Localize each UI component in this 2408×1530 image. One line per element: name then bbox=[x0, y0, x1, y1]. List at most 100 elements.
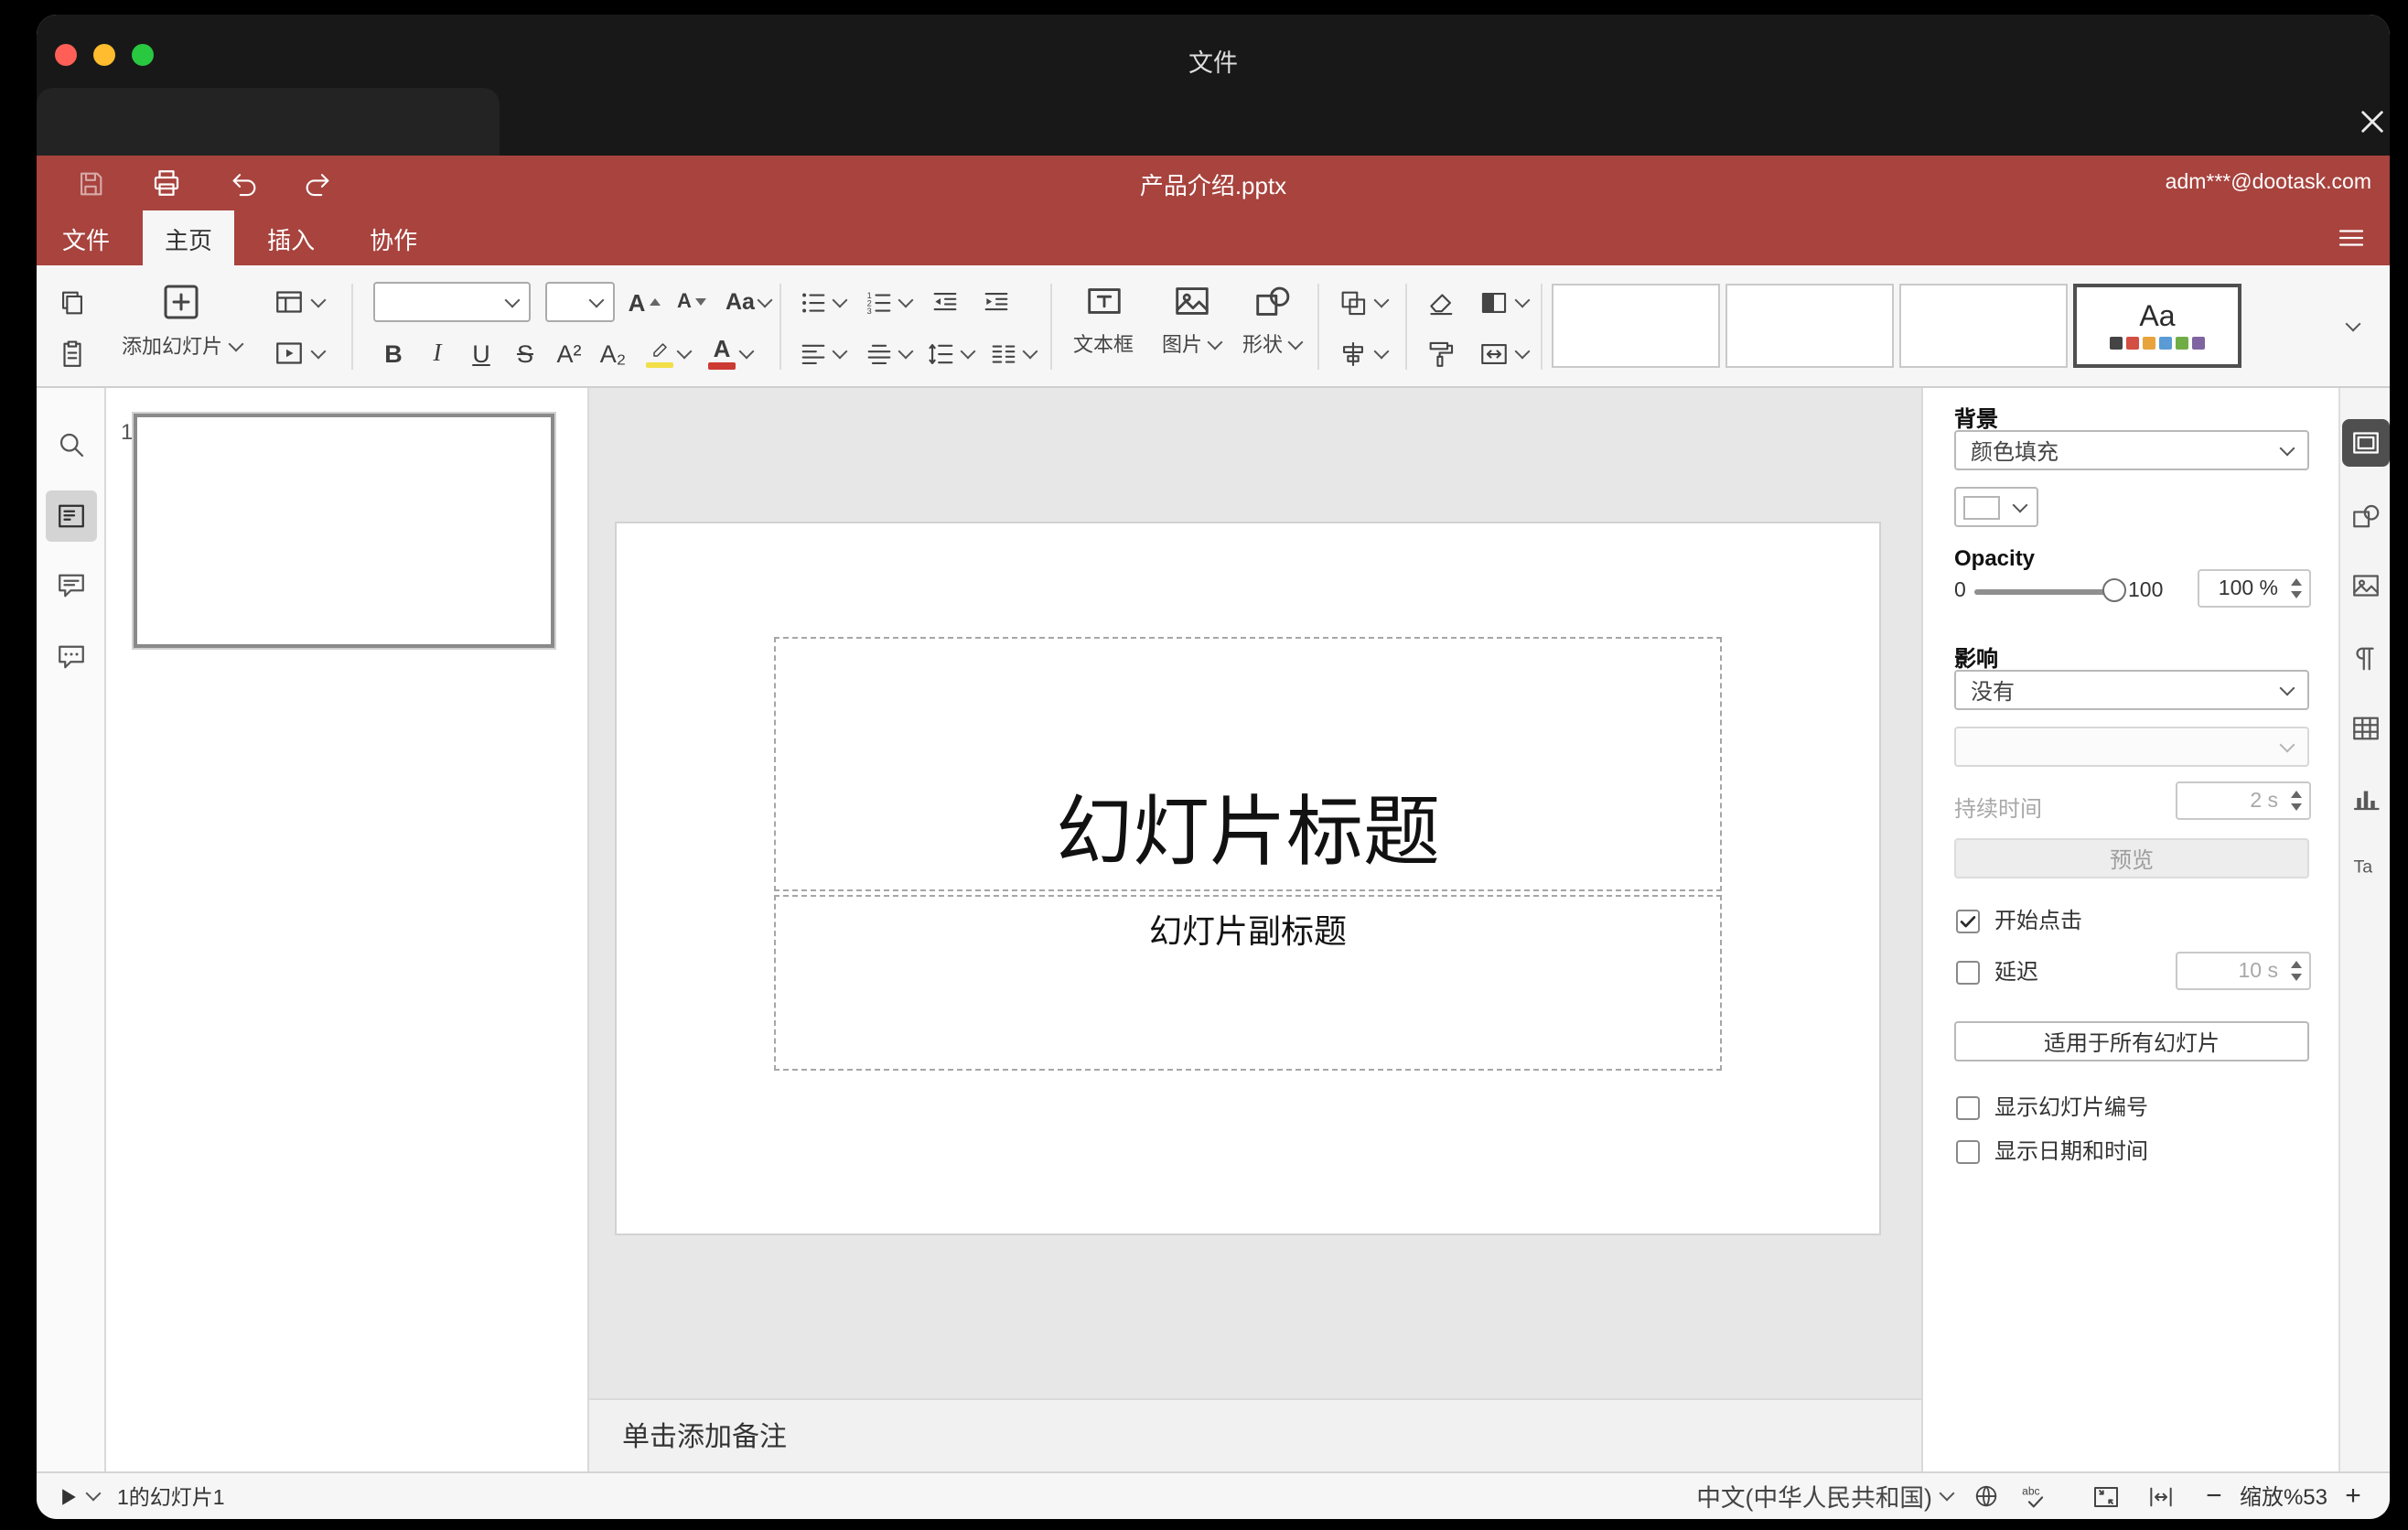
highlight-color-button[interactable] bbox=[640, 333, 695, 373]
shape-settings-button[interactable] bbox=[2342, 492, 2390, 540]
slides-panel-button[interactable] bbox=[46, 490, 97, 542]
insert-textbox-button[interactable]: 文本框 bbox=[1061, 271, 1145, 382]
columns-button[interactable] bbox=[984, 331, 1039, 375]
vertical-align-button[interactable] bbox=[860, 331, 915, 375]
apply-to-all-button[interactable]: 适用于所有幻灯片 bbox=[1954, 1021, 2309, 1061]
numbered-list-button[interactable] bbox=[860, 280, 915, 324]
slide[interactable]: 幻灯片标题 幻灯片副标题 bbox=[617, 523, 1879, 1234]
table-settings-button[interactable] bbox=[2342, 705, 2390, 752]
theme-thumbnail-selected[interactable]: Aa bbox=[2073, 284, 2241, 368]
paragraph-settings-button[interactable] bbox=[2342, 635, 2390, 683]
slide-settings-button[interactable] bbox=[2342, 419, 2390, 467]
paste-button[interactable] bbox=[48, 331, 95, 375]
notes-area[interactable]: 单击添加备注 bbox=[589, 1398, 1921, 1471]
insert-image-button[interactable]: 图片 bbox=[1153, 271, 1230, 382]
horizontal-align-button[interactable] bbox=[794, 331, 849, 375]
effect-select[interactable]: 没有 bbox=[1954, 670, 2309, 710]
bullet-list-button[interactable] bbox=[794, 280, 849, 324]
tab-file[interactable]: 文件 bbox=[40, 210, 132, 265]
zoom-out-button[interactable]: − bbox=[2201, 1481, 2227, 1512]
chevron-down-icon bbox=[588, 291, 605, 307]
slide-thumbnail[interactable] bbox=[134, 414, 554, 648]
arrange-shape-button[interactable] bbox=[1328, 280, 1394, 324]
tab-insert[interactable]: 插入 bbox=[245, 210, 337, 265]
toolbar-separator bbox=[1050, 284, 1052, 370]
zoom-in-button[interactable]: + bbox=[2340, 1481, 2366, 1512]
theme-thumbnail[interactable] bbox=[1899, 284, 2068, 368]
opacity-input[interactable]: 100 % bbox=[2198, 569, 2311, 608]
menu-button[interactable] bbox=[2313, 210, 2390, 265]
comments-panel-button[interactable] bbox=[46, 560, 97, 611]
fit-slide-button[interactable] bbox=[2091, 1482, 2121, 1511]
add-slide-button[interactable]: 添加幻灯片 bbox=[110, 271, 253, 382]
underline-button[interactable]: U bbox=[461, 333, 501, 373]
arrange-icon bbox=[1337, 286, 1368, 318]
tab-home[interactable]: 主页 bbox=[143, 210, 235, 265]
delay-checkbox[interactable] bbox=[1956, 961, 1980, 985]
chevron-down-icon bbox=[898, 342, 914, 359]
start-slideshow-button[interactable] bbox=[263, 331, 333, 375]
theme-thumbnail[interactable] bbox=[1725, 284, 1894, 368]
spinner-arrows[interactable] bbox=[2291, 571, 2302, 606]
tab-collaboration[interactable]: 协作 bbox=[348, 210, 439, 265]
subscript-button[interactable]: A₂ bbox=[593, 333, 633, 373]
duration-input[interactable]: 2 s bbox=[2176, 781, 2311, 820]
search-panel-button[interactable] bbox=[46, 419, 97, 470]
effect-type-select[interactable] bbox=[1954, 727, 2309, 767]
fill-color-select[interactable] bbox=[1954, 487, 2038, 527]
increase-indent-button[interactable] bbox=[973, 280, 1017, 324]
delay-input[interactable]: 10 s bbox=[2176, 952, 2311, 990]
font-size-select[interactable] bbox=[545, 282, 615, 322]
add-slide-label: 添加幻灯片 bbox=[122, 337, 222, 359]
copy-style-button[interactable] bbox=[1416, 331, 1464, 375]
start-on-click-checkbox[interactable] bbox=[1956, 910, 1980, 933]
start-slideshow-status-button[interactable] bbox=[55, 1483, 102, 1509]
italic-button[interactable]: I bbox=[417, 333, 457, 373]
decrease-font-button[interactable]: A bbox=[670, 282, 714, 322]
font-name-select[interactable] bbox=[373, 282, 531, 322]
start-on-click-label: 开始点击 bbox=[1994, 908, 2083, 933]
increase-font-button[interactable]: A bbox=[622, 282, 666, 322]
slide-title-placeholder[interactable]: 幻灯片标题 bbox=[774, 637, 1722, 891]
color-scheme-button[interactable] bbox=[1471, 280, 1533, 324]
bold-button[interactable]: B bbox=[373, 333, 414, 373]
notes-placeholder: 单击添加备注 bbox=[622, 1422, 788, 1453]
theme-gallery-expand-button[interactable] bbox=[2327, 284, 2379, 368]
decrease-indent-button[interactable] bbox=[922, 280, 966, 324]
feedback-panel-button[interactable] bbox=[46, 631, 97, 683]
toolbar-separator bbox=[779, 284, 781, 370]
textart-settings-button[interactable] bbox=[2342, 842, 2390, 889]
show-date-checkbox[interactable] bbox=[1956, 1140, 1980, 1164]
language-select[interactable]: 中文(中华人民共和国) bbox=[1696, 1479, 1955, 1514]
insert-shape-button[interactable]: 形状 bbox=[1233, 271, 1310, 382]
fill-type-select[interactable]: 颜色填充 bbox=[1954, 430, 2309, 470]
strikethrough-button[interactable]: S bbox=[505, 333, 545, 373]
spinner-arrows[interactable] bbox=[2291, 783, 2302, 818]
add-slide-icon bbox=[159, 280, 203, 324]
change-case-button[interactable]: Aa bbox=[717, 282, 779, 322]
fit-slide-icon bbox=[2091, 1482, 2121, 1511]
chart-settings-button[interactable] bbox=[2342, 774, 2390, 822]
preview-button[interactable]: 预览 bbox=[1954, 838, 2309, 878]
font-color-button[interactable]: A bbox=[703, 333, 758, 373]
slide-size-button[interactable] bbox=[1471, 331, 1533, 375]
spellcheck-button[interactable] bbox=[2020, 1481, 2051, 1512]
align-shape-button[interactable] bbox=[1328, 331, 1394, 375]
show-slide-number-checkbox[interactable] bbox=[1956, 1096, 1980, 1120]
superscript-button[interactable]: A² bbox=[549, 333, 589, 373]
line-spacing-button[interactable] bbox=[922, 331, 977, 375]
theme-thumbnail[interactable] bbox=[1552, 284, 1720, 368]
slide-subtitle-placeholder[interactable]: 幻灯片副标题 bbox=[774, 895, 1722, 1071]
copy-button[interactable] bbox=[48, 280, 95, 324]
fit-width-button[interactable] bbox=[2146, 1482, 2176, 1511]
opacity-value: 100 % bbox=[2218, 577, 2278, 599]
spinner-arrows[interactable] bbox=[2291, 954, 2302, 988]
close-button[interactable] bbox=[2349, 99, 2390, 143]
document-language-button[interactable] bbox=[1973, 1482, 2000, 1510]
opacity-slider-track[interactable] bbox=[1974, 589, 2117, 595]
image-settings-button[interactable] bbox=[2342, 562, 2390, 609]
slide-layout-button[interactable] bbox=[263, 280, 333, 324]
clear-style-button[interactable] bbox=[1416, 280, 1464, 324]
opacity-slider-knob[interactable] bbox=[2102, 578, 2126, 602]
numbered-list-icon bbox=[864, 286, 895, 318]
